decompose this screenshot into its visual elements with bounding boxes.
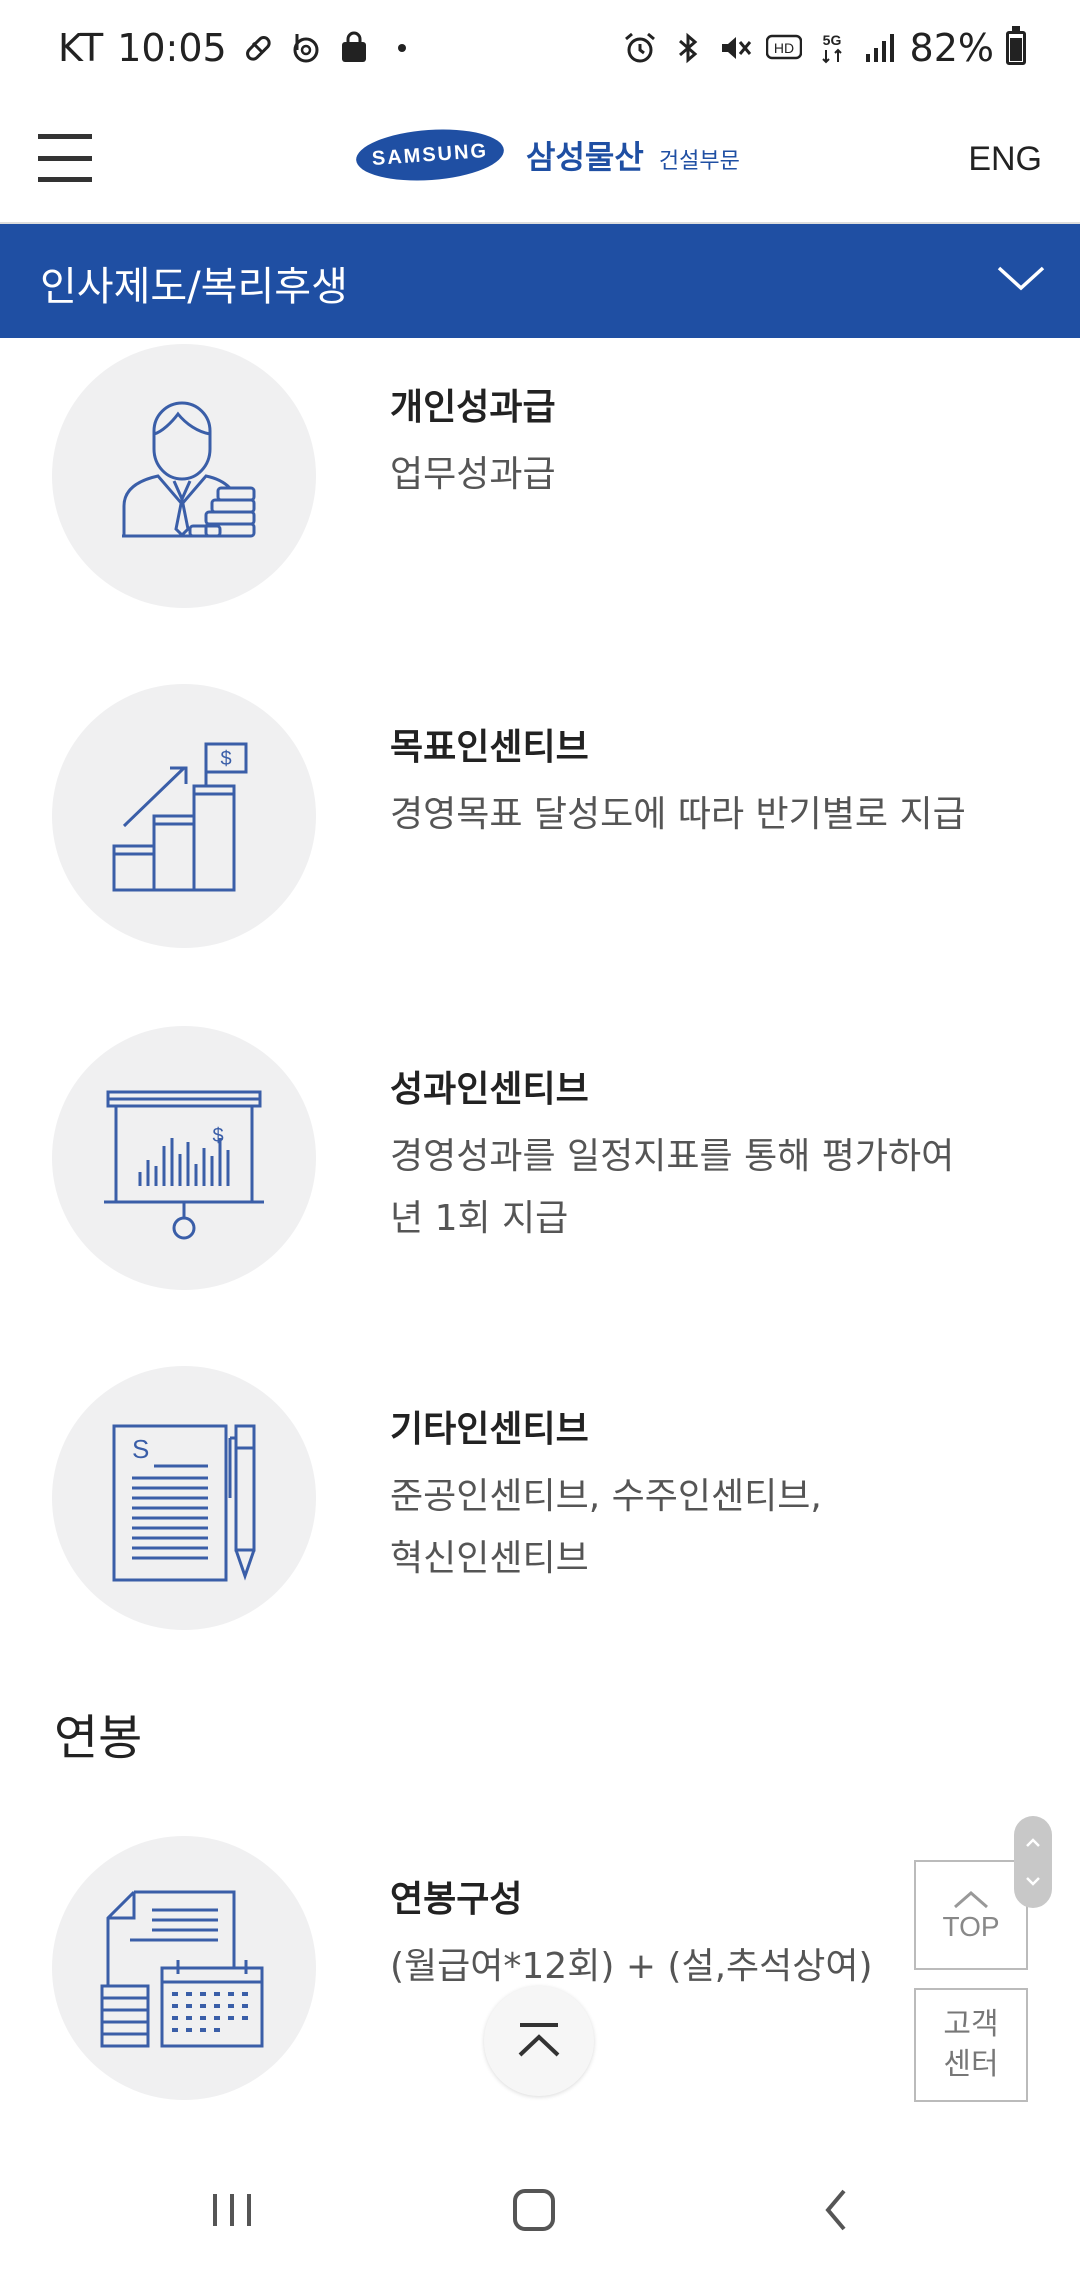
pill-icon [245, 36, 271, 61]
b-app-icon [293, 34, 319, 63]
status-bar: KT 10:05 HD 5G 82% [0, 0, 1080, 110]
samsung-cnt-logo[interactable]: SAMSUNG 삼성물산 건설부문 [354, 124, 740, 186]
clock-time: 10:05 [117, 26, 227, 70]
menu-icon[interactable] [38, 134, 92, 182]
svg-text:S: S [132, 1434, 149, 1464]
shopping-bag-icon [341, 31, 366, 62]
list-item: $ 목표인센티브 경영목표 달성도에 따라 반기별로 지급 [0, 684, 1080, 948]
svg-text:$: $ [212, 1125, 223, 1147]
item-desc-line1: 경영성과를 일정지표를 통해 평가하여 [390, 1136, 955, 1177]
cs-label-line1: 고객 [943, 2007, 999, 2042]
item-desc-line2: 년 1회 지급 [390, 1198, 569, 1239]
scroll-up-button[interactable] [484, 1986, 594, 2096]
top-label: TOP [942, 1911, 1000, 1942]
item-title: 개인성과급 [390, 387, 556, 428]
svg-text:5G: 5G [822, 32, 841, 48]
growth-stairs-icon: $ [112, 742, 248, 892]
calendar-documents-icon [100, 1890, 264, 2048]
item-title: 연봉구성 [390, 1879, 523, 1920]
document-pen-icon: S [112, 1424, 256, 1582]
item-desc-line2: 혁신인센티브 [390, 1538, 589, 1579]
dot-icon [397, 44, 406, 52]
list-item: S 기타인센티브 준공인센티브, 수주인센티브, 혁신인센티브 [0, 1366, 1080, 1630]
mute-icon [721, 37, 751, 59]
carrier-label: KT [58, 26, 104, 70]
5g-icon: 5G [821, 32, 842, 64]
recent-apps-button[interactable] [192, 2180, 272, 2240]
status-left: KT 10:05 [58, 26, 419, 70]
top-button[interactable]: TOP [914, 1860, 1028, 1970]
samsung-logo-mark: SAMSUNG [354, 124, 506, 186]
chevron-up-icon [954, 1891, 988, 1909]
item-desc-line1: 준공인센티브, 수주인센티브, [390, 1476, 822, 1517]
cs-label-line2: 센터 [943, 2047, 999, 2082]
system-nav-bar [0, 2140, 1080, 2280]
site-header: SAMSUNG 삼성물산 건설부문 ENG [0, 110, 1080, 224]
svg-text:HD: HD [773, 40, 793, 56]
back-icon [825, 2189, 846, 2231]
item-desc: 업무성과급 [390, 454, 556, 495]
item-title: 목표인센티브 [390, 727, 589, 768]
chevron-down-icon[interactable] [996, 258, 1046, 298]
svg-text:$: $ [220, 748, 231, 770]
item-desc: 경영목표 달성도에 따라 반기별로 지급 [390, 794, 966, 835]
logo-division: 건설부문 [658, 149, 740, 174]
logo-company-name: 삼성물산 [526, 138, 644, 176]
battery-percent: 82% [909, 26, 994, 70]
item-title: 성과인센티브 [390, 1069, 589, 1110]
customer-center-button[interactable]: 고객 센터 [914, 1988, 1028, 2102]
chevron-up-icon [518, 2023, 560, 2057]
recent-apps-icon [213, 2194, 251, 2226]
signal-icon [865, 34, 894, 62]
scroll-arrows-icon [1026, 1838, 1040, 1886]
category-title: 인사제도/복리후생 [40, 264, 348, 310]
scrollbar-handle[interactable] [1014, 1816, 1052, 1908]
language-toggle[interactable]: ENG [968, 140, 1042, 179]
item-title: 기타인센티브 [390, 1409, 589, 1450]
home-icon [513, 2189, 555, 2231]
list-item: 개인성과급 업무성과급 [0, 344, 1080, 608]
status-right: HD 5G 82% [622, 26, 1026, 70]
presentation-chart-icon: $ [104, 1090, 264, 1240]
category-selector[interactable]: 인사제도/복리후생 [0, 224, 1080, 338]
battery-icon [1006, 26, 1026, 65]
list-item: $ 성과인센티브 경영성과를 일정지표를 통해 평가하여 년 1회 지급 [0, 1026, 1080, 1290]
alarm-icon [624, 32, 655, 63]
employee-coins-icon [122, 401, 256, 538]
home-button[interactable] [494, 2180, 574, 2240]
hd-icon: HD [765, 34, 802, 60]
back-button[interactable] [796, 2180, 876, 2240]
bluetooth-icon [678, 32, 697, 64]
section-heading: 연봉 [54, 1710, 143, 1766]
